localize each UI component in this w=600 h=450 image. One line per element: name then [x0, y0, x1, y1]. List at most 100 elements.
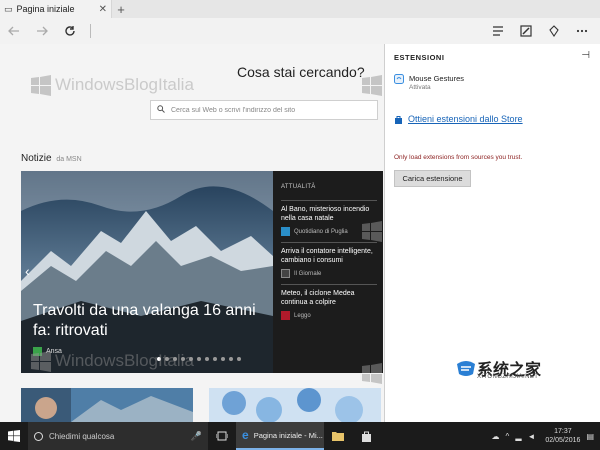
- volume-icon[interactable]: ◄: [527, 432, 535, 441]
- more-dots-icon: [576, 29, 588, 33]
- carousel-dot[interactable]: [213, 357, 217, 361]
- news-section-label: Notizie da MSN: [21, 153, 82, 164]
- network-icon[interactable]: ▂: [515, 432, 521, 441]
- carousel-dot[interactable]: [205, 357, 209, 361]
- taskbar: Chiedimi qualcosa 🎤 e Pagina iniziale - …: [0, 422, 600, 450]
- source-name: Quotidiano di Puglia: [294, 228, 348, 235]
- share-icon: [549, 25, 559, 37]
- carousel-dot[interactable]: [229, 357, 233, 361]
- trust-warning: Only load extensions from sources you tr…: [394, 154, 523, 161]
- hub-button[interactable]: [484, 18, 512, 44]
- microphone-icon[interactable]: 🎤: [191, 431, 202, 442]
- pin-icon[interactable]: ⊣: [581, 50, 590, 61]
- web-note-button[interactable]: [512, 18, 540, 44]
- carousel-dot[interactable]: [237, 357, 241, 361]
- web-note-icon: [520, 25, 532, 37]
- clock-date: 02/05/2016: [545, 437, 581, 444]
- refresh-button[interactable]: [56, 18, 84, 44]
- task-view-button[interactable]: [208, 422, 236, 450]
- load-extension-button[interactable]: Carica estensione: [394, 170, 471, 187]
- clock-time: 17:37: [554, 428, 572, 435]
- notifications-icon[interactable]: ▤: [586, 432, 594, 441]
- news-card-photo[interactable]: [21, 388, 193, 422]
- carousel-dot[interactable]: [173, 357, 177, 361]
- store-icon: [395, 115, 402, 124]
- hero-prev-arrow[interactable]: ‹: [25, 263, 30, 279]
- hero-caption[interactable]: Travolti da una valanga 16 anni fa: ritr…: [33, 301, 263, 341]
- news-item-source: Leggo: [281, 311, 377, 320]
- attualita-panel: ATTUALITÀ Al Bano, misterioso incendio n…: [273, 171, 383, 373]
- news-label: Notizie: [21, 153, 52, 164]
- news-card-photo[interactable]: [209, 388, 381, 422]
- extensions-heading: ESTENSIONI: [394, 53, 445, 62]
- hub-icon: [493, 26, 503, 36]
- cortana-placeholder: Chiedimi qualcosa: [49, 431, 115, 441]
- news-item-title: Al Bano, misterioso incendio nella casa …: [281, 206, 370, 222]
- carousel-dot[interactable]: [165, 357, 169, 361]
- windows-logo-icon: [31, 75, 51, 96]
- mouse-gestures-icon: [394, 74, 404, 84]
- site-logo-url: XITONGZHIJIA.NET: [477, 374, 539, 380]
- source-logo-icon: [281, 269, 290, 278]
- news-item-title: Arriva il contatore intelligente, cambia…: [281, 248, 373, 264]
- taskbar-store-button[interactable]: [352, 422, 380, 450]
- taskbar-explorer-button[interactable]: [324, 422, 352, 450]
- edge-icon: e: [242, 428, 249, 442]
- web-search-box[interactable]: [150, 100, 378, 120]
- windows-start-icon: [8, 430, 20, 442]
- forward-button[interactable]: [28, 18, 56, 44]
- more-button[interactable]: [568, 18, 596, 44]
- cortana-search[interactable]: Chiedimi qualcosa 🎤: [28, 422, 208, 450]
- extension-item[interactable]: Mouse Gestures Attivata: [394, 74, 464, 91]
- search-icon: [157, 105, 165, 115]
- start-button[interactable]: [0, 422, 28, 450]
- carousel-dot[interactable]: [181, 357, 185, 361]
- mountain-photo: [21, 171, 273, 373]
- news-item[interactable]: Meteo, il ciclone Medea continua a colpi…: [281, 284, 377, 320]
- news-item[interactable]: Al Bano, misterioso incendio nella casa …: [281, 200, 377, 236]
- page-heading: Cosa stai cercando?: [237, 64, 365, 80]
- cloud-icon[interactable]: ☁: [492, 432, 500, 441]
- nav-bar: [0, 18, 600, 44]
- share-button[interactable]: [540, 18, 568, 44]
- carousel-dot[interactable]: [157, 357, 161, 361]
- taskbar-edge-app[interactable]: e Pagina iniziale - Mi...: [236, 422, 324, 450]
- store-bag-icon: [361, 431, 371, 442]
- news-item[interactable]: Arriva il contatore intelligente, cambia…: [281, 242, 377, 278]
- extensions-panel: ESTENSIONI ⊣ Mouse Gestures Attivata Ott…: [384, 44, 600, 422]
- store-link-text: Ottieni estensioni dallo Store: [408, 114, 523, 124]
- new-tab-button[interactable]: +: [112, 0, 130, 18]
- carousel-dot[interactable]: [221, 357, 225, 361]
- tab-pagina-iniziale[interactable]: ▭ Pagina iniziale ✕: [0, 0, 112, 18]
- store-link[interactable]: Ottieni estensioni dallo Store: [394, 114, 523, 124]
- watermark: WindowsBlogItalia: [30, 74, 194, 96]
- site-logo-icon: [457, 361, 475, 376]
- search-input[interactable]: [171, 106, 361, 114]
- site-logo: 系统之家 XITONGZHIJIA.NET: [455, 356, 541, 380]
- close-tab-icon[interactable]: ✕: [99, 4, 107, 15]
- extension-name: Mouse Gestures: [409, 74, 465, 83]
- source-name: Il Giornale: [294, 270, 322, 277]
- attualita-heading: ATTUALITÀ: [281, 184, 316, 190]
- nav-right-tools: [484, 18, 596, 44]
- system-tray: ☁ ^ ▂ ◄ 17:37 02/05/2016 ▤: [492, 427, 600, 445]
- watermark-text: WindowsBlogItalia: [55, 75, 194, 94]
- arrow-right-icon: [37, 26, 48, 36]
- source-name: Leggo: [294, 312, 311, 319]
- news-item-source: Il Giornale: [281, 269, 377, 278]
- chevron-up-icon[interactable]: ^: [506, 432, 510, 441]
- source-logo-icon: [281, 311, 290, 320]
- back-button[interactable]: [0, 18, 28, 44]
- task-view-icon: [216, 431, 228, 441]
- hero-source-name: Ansa: [46, 348, 62, 355]
- system-clock[interactable]: 17:37 02/05/2016: [545, 427, 580, 445]
- news-hero[interactable]: ‹ › Travolti da una valanga 16 anni fa: …: [21, 171, 383, 373]
- news-item-title: Meteo, il ciclone Medea continua a colpi…: [281, 290, 355, 306]
- carousel-dot[interactable]: [189, 357, 193, 361]
- carousel-dots: [157, 357, 241, 361]
- taskbar-app-label: Pagina iniziale - Mi...: [253, 430, 323, 440]
- source-logo-icon: [281, 227, 290, 236]
- carousel-dot[interactable]: [197, 357, 201, 361]
- ansa-logo-icon: [33, 347, 42, 356]
- nav-separator: [90, 24, 91, 38]
